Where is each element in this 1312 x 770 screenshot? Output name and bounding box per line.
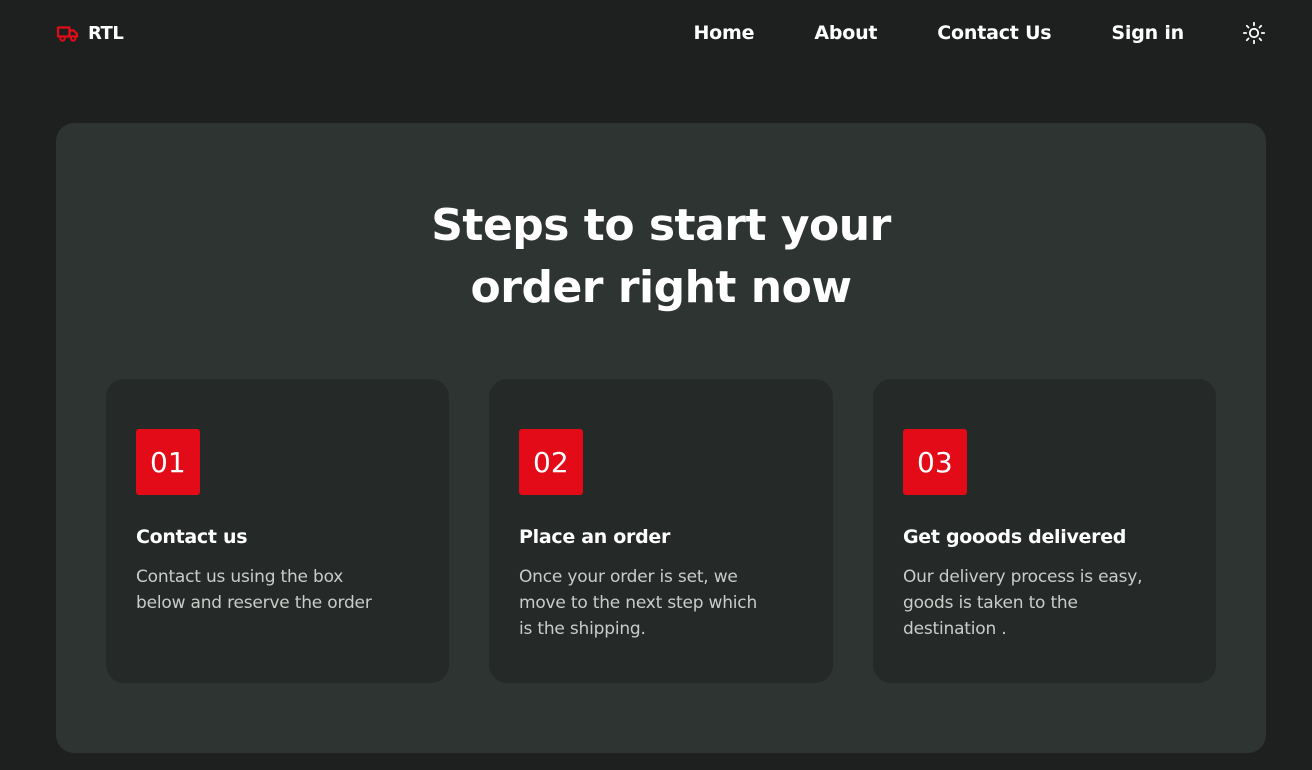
truck-icon (56, 26, 79, 42)
step-title: Get gooods delivered (903, 526, 1127, 548)
main-nav: Home About Contact Us Sign in (633, 19, 1184, 47)
heading-line-2: order right now (470, 262, 852, 313)
navbar: RTL Home About Contact Us Sign in (0, 0, 1312, 66)
step-card: 02 Place an order Once your order is set… (489, 379, 833, 683)
step-description: Our delivery process is easy, goods is t… (903, 567, 1143, 639)
brand-logo-link[interactable]: RTL (56, 21, 124, 45)
step-number-badge: 02 (519, 429, 583, 495)
nav-about-link[interactable]: About (814, 19, 877, 47)
nav-signin-link[interactable]: Sign in (1111, 19, 1184, 47)
step-description: Once your order is set, we move to the n… (519, 567, 758, 639)
step-card: 01 Contact us Contact us using the box b… (106, 379, 449, 683)
step-title: Contact us (136, 526, 248, 548)
steps-section: Steps to start your order right now 01 C… (56, 123, 1266, 753)
sun-icon[interactable] (1242, 21, 1266, 45)
step-description: Contact us using the box below and reser… (136, 567, 372, 613)
brand-name: RTL (88, 22, 124, 44)
nav-contact-link[interactable]: Contact Us (937, 19, 1051, 47)
nav-home-link[interactable]: Home (693, 19, 754, 47)
section-heading: Steps to start your order right now (56, 195, 1266, 319)
step-number-badge: 01 (136, 429, 200, 495)
step-number-badge: 03 (903, 429, 967, 495)
heading-line-1: Steps to start your (431, 200, 891, 251)
step-card: 03 Get gooods delivered Our delivery pro… (873, 379, 1216, 683)
step-title: Place an order (519, 526, 671, 548)
